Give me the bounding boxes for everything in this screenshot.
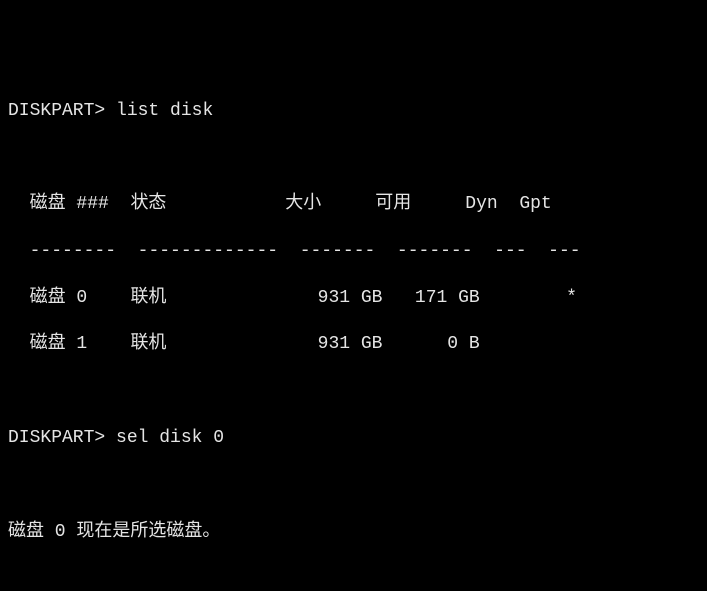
command-text: list disk [116, 101, 213, 121]
disk-gpt: * [566, 288, 577, 308]
blank-line [8, 380, 699, 403]
prompt: DISKPART> [8, 428, 105, 448]
col-dyn: Dyn [465, 194, 497, 214]
disk-name: 磁盘 0 [30, 288, 88, 308]
col-free: 可用 [375, 194, 411, 214]
rule: -------- [30, 241, 116, 261]
disk-free: 0 B [447, 334, 479, 354]
rule: --- [548, 241, 580, 261]
cmd-line-list-disk[interactable]: DISKPART> list disk [8, 100, 699, 123]
disk-state: 联机 [130, 334, 166, 354]
col-state: 状态 [130, 194, 166, 214]
disk-size: 931 GB [318, 334, 383, 354]
rule: ------------- [138, 241, 278, 261]
command-text: sel disk 0 [116, 428, 224, 448]
col-disk: 磁盘 ### [30, 194, 109, 214]
rule: ------- [300, 241, 376, 261]
disk-size: 931 GB [318, 288, 383, 308]
disk-name: 磁盘 1 [30, 334, 88, 354]
disk-free: 171 GB [415, 288, 480, 308]
prompt: DISKPART> [8, 101, 105, 121]
selection-message: 磁盘 0 现在是所选磁盘。 [8, 521, 699, 544]
rule: --- [494, 241, 526, 261]
disk-state: 联机 [130, 288, 166, 308]
col-gpt: Gpt [519, 194, 551, 214]
rule: ------- [397, 241, 473, 261]
disk-row: 磁盘 1 联机 931 GB 0 B [8, 333, 699, 356]
disk-row: 磁盘 0 联机 931 GB 171 GB * [8, 287, 699, 310]
blank-line [8, 474, 699, 497]
disk-table-header: 磁盘 ### 状态 大小 可用 Dyn Gpt [8, 193, 699, 216]
cmd-line-sel-disk[interactable]: DISKPART> sel disk 0 [8, 427, 699, 450]
disk-table-rule: -------- ------------- ------- ------- -… [8, 240, 699, 263]
col-size: 大小 [285, 194, 321, 214]
blank-line [8, 567, 699, 590]
blank-line [8, 146, 699, 169]
